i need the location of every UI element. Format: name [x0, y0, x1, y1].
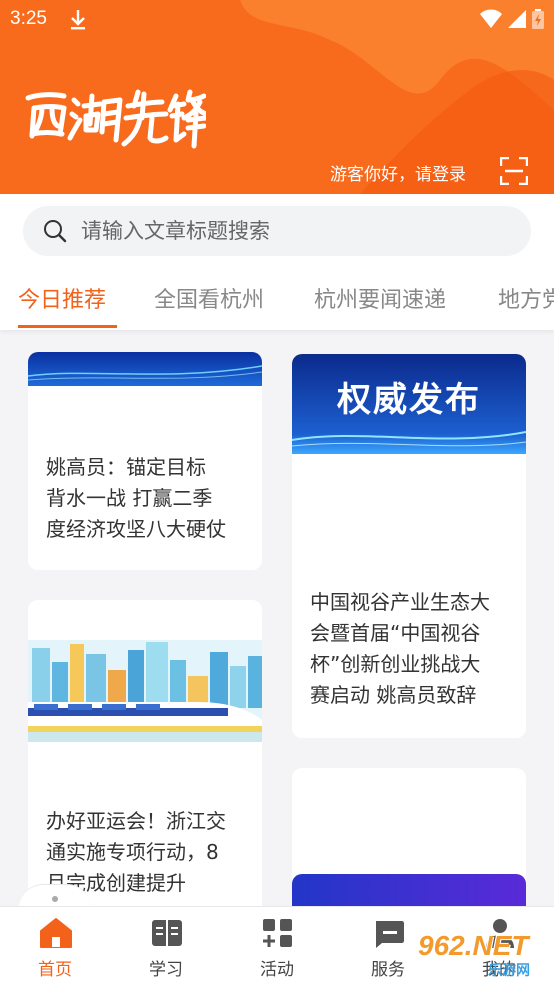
search-area — [0, 194, 554, 268]
card-1-title: 姚高员：锚定目标 背水一战 打赢二季 度经济攻坚八大硬仗 — [46, 455, 226, 541]
tab-today-recommended[interactable]: 今日推荐 — [18, 282, 106, 314]
search-box[interactable] — [23, 206, 531, 256]
news-card-1[interactable]: 姚高员：锚定目标 背水一战 打赢二季 度经济攻坚八大硬仗 — [28, 352, 262, 570]
active-tab-indicator — [18, 325, 117, 328]
news-card-2[interactable]: 权威发布 中国视谷产业生态大 会暨首届“中国视谷 杯”创新创业挑战大 赛启动 姚… — [292, 354, 526, 738]
card-2-banner-text: 权威发布 — [337, 380, 481, 420]
home-icon — [40, 918, 72, 948]
search-icon — [44, 220, 67, 243]
wifi-icon — [480, 9, 502, 28]
status-bar: 3:25 — [0, 0, 554, 40]
card-1-image — [28, 352, 262, 386]
watermark-logo: 962.NET 乐游网 — [418, 930, 550, 980]
card-3-image — [28, 640, 262, 742]
watermark-subtext: 乐游网 — [488, 963, 530, 979]
nav-active-dot — [52, 896, 58, 902]
grid-plus-icon — [263, 919, 292, 947]
nav-label-study: 学习 — [149, 960, 183, 980]
search-input[interactable] — [81, 206, 511, 256]
nav-item-activity[interactable]: 活动 — [227, 907, 327, 984]
status-time: 3:25 — [10, 8, 47, 29]
login-prompt[interactable]: 游客你好，请登录 — [330, 160, 466, 185]
nav-item-home[interactable]: 首页 — [5, 907, 105, 984]
card-2-title: 中国视谷产业生态大 会暨首届“中国视谷 杯”创新创业挑战大 赛启动 姚高员致辞 — [310, 590, 490, 707]
app-header: 3:25 游客你好，请登录 — [0, 0, 554, 194]
nav-label-activity: 活动 — [260, 960, 294, 980]
tab-nation-views-hangzhou[interactable]: 全国看杭州 — [154, 282, 264, 314]
news-card-3[interactable]: 办好亚运会！浙江交 通实施专项行动，8 月完成创建提升 — [28, 600, 262, 920]
download-icon — [71, 10, 85, 30]
category-tabs: 今日推荐 全国看杭州 杭州要闻速递 地方党 — [0, 268, 554, 330]
signal-icon — [508, 10, 526, 28]
watermark-text: 962.NET — [418, 930, 529, 961]
tab-hangzhou-news-express[interactable]: 杭州要闻速递 — [314, 282, 446, 314]
book-icon — [152, 920, 182, 946]
scan-icon[interactable] — [500, 157, 528, 185]
nav-label-home: 首页 — [38, 960, 72, 980]
chat-icon — [376, 921, 404, 948]
nav-item-study[interactable]: 学习 — [116, 907, 216, 984]
card-2-image: 权威发布 — [292, 354, 526, 454]
battery-icon — [532, 9, 544, 29]
brand-logo — [25, 89, 206, 149]
tab-local-party[interactable]: 地方党 — [498, 282, 554, 314]
